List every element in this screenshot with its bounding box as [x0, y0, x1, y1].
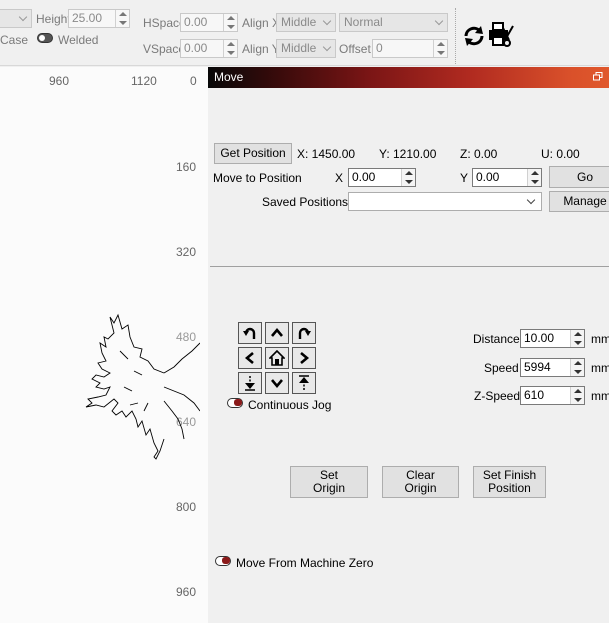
- move-panel-titlebar[interactable]: Move: [208, 67, 609, 88]
- vspace-label: VSpace: [143, 42, 186, 56]
- ruler-top-label: 0: [190, 74, 197, 88]
- get-position-button[interactable]: Get Position: [214, 143, 292, 164]
- saved-positions-select[interactable]: [348, 192, 542, 211]
- move-to-position-label: Move to Position: [213, 171, 302, 185]
- home-icon: [269, 350, 285, 366]
- move-x-label: X: [335, 171, 344, 185]
- rotate-ccw-icon: [243, 327, 256, 339]
- z-speed-label: Z-Speed: [474, 389, 521, 403]
- position-u-readout: U: 0.00: [541, 147, 580, 161]
- ruler-side-label: 320: [176, 245, 197, 259]
- distance-input[interactable]: 10.00: [520, 329, 585, 348]
- distance-label: Distance: [473, 332, 520, 346]
- printer-scissors-icon[interactable]: [488, 22, 514, 48]
- chevron-left-icon: [244, 352, 254, 364]
- position-y-readout: Y: 1210.00: [379, 147, 437, 161]
- vspace-input[interactable]: 0.00: [180, 39, 238, 58]
- ruler-side-label: 800: [176, 500, 197, 514]
- chevron-right-icon: [300, 352, 310, 364]
- jog-z-up-button[interactable]: [292, 372, 316, 394]
- move-x-input[interactable]: 0.00: [348, 168, 416, 187]
- section-divider: [210, 266, 609, 267]
- clear-origin-button[interactable]: Clear Origin: [382, 466, 459, 498]
- align-x-select[interactable]: Middle: [276, 13, 336, 32]
- height-input[interactable]: 25.00: [68, 9, 130, 28]
- hspace-input[interactable]: 0.00: [180, 13, 238, 32]
- jog-home-button[interactable]: [265, 347, 289, 369]
- jog-rotate-left-button[interactable]: [238, 322, 262, 344]
- jog-left-button[interactable]: [238, 347, 262, 369]
- ruler-side-label: 160: [176, 160, 197, 174]
- restore-icon[interactable]: [593, 72, 603, 81]
- jog-up-button[interactable]: [265, 322, 289, 344]
- welded-label: Welded: [58, 33, 99, 47]
- offset-label: Offset: [339, 42, 371, 56]
- set-origin-button[interactable]: Set Origin: [290, 466, 368, 498]
- offset-input[interactable]: 0: [372, 39, 448, 58]
- chevron-down-icon: [271, 379, 283, 389]
- arrow-up-bar-icon: [299, 375, 309, 390]
- move-y-input[interactable]: 0.00: [472, 168, 542, 187]
- arrow-down-bar-icon: [245, 376, 255, 391]
- property-toolbar: Height 25.00 Case Welded HSpace 0.00 VSp…: [0, 0, 609, 66]
- move-from-machine-zero-toggle[interactable]: [215, 556, 231, 566]
- ruler-top-label: 1120: [131, 74, 157, 88]
- align-y-label: Align Y: [242, 42, 280, 56]
- position-z-readout: Z: 0.00: [460, 147, 498, 161]
- jog-down-button[interactable]: [265, 372, 289, 394]
- move-panel: Move Get Position X: 1450.00 Y: 1210.00 …: [208, 67, 609, 623]
- move-from-machine-zero-label: Move From Machine Zero: [236, 556, 374, 570]
- position-x-readout: X: 1450.00: [297, 147, 356, 161]
- jog-z-down-button[interactable]: [238, 372, 262, 394]
- jog-rotate-right-button[interactable]: [292, 322, 316, 344]
- speed-input[interactable]: 5994: [520, 358, 585, 377]
- speed-label: Speed: [484, 361, 519, 375]
- toolbar-separator: [455, 8, 456, 64]
- case-label: Case: [0, 33, 29, 47]
- welded-toggle[interactable]: [37, 33, 53, 43]
- maple-leaf-artwork[interactable]: [84, 311, 208, 461]
- design-canvas[interactable]: 960 1120 0 160 320 480 640 800 960: [0, 67, 208, 623]
- z-speed-unit: mm/: [591, 389, 609, 403]
- font-select[interactable]: [0, 9, 32, 28]
- rotate-cw-icon: [298, 327, 311, 339]
- saved-positions-label: Saved Positions:: [262, 195, 352, 209]
- jog-right-button[interactable]: [292, 347, 316, 369]
- rotate-cycle-icon[interactable]: [462, 24, 486, 48]
- ruler-top-label: 960: [49, 74, 70, 88]
- ruler-side-label: 960: [176, 585, 197, 599]
- speed-unit: mm/: [591, 361, 609, 375]
- align-y-select[interactable]: Middle: [276, 39, 336, 58]
- go-button[interactable]: Go: [549, 166, 609, 188]
- manage-button[interactable]: Manage: [549, 191, 609, 212]
- move-panel-title: Move: [214, 70, 244, 84]
- set-finish-position-button[interactable]: Set Finish Position: [473, 466, 546, 498]
- distance-unit: mm: [591, 332, 609, 346]
- text-style-select[interactable]: Normal: [339, 13, 448, 32]
- continuous-jog-label: Continuous Jog: [248, 398, 332, 412]
- chevron-up-icon: [271, 327, 283, 337]
- z-speed-input[interactable]: 610: [520, 386, 585, 405]
- align-x-label: Align X: [242, 16, 281, 30]
- move-y-label: Y: [460, 171, 469, 185]
- height-label: Height: [36, 12, 71, 26]
- continuous-jog-toggle[interactable]: [227, 398, 243, 408]
